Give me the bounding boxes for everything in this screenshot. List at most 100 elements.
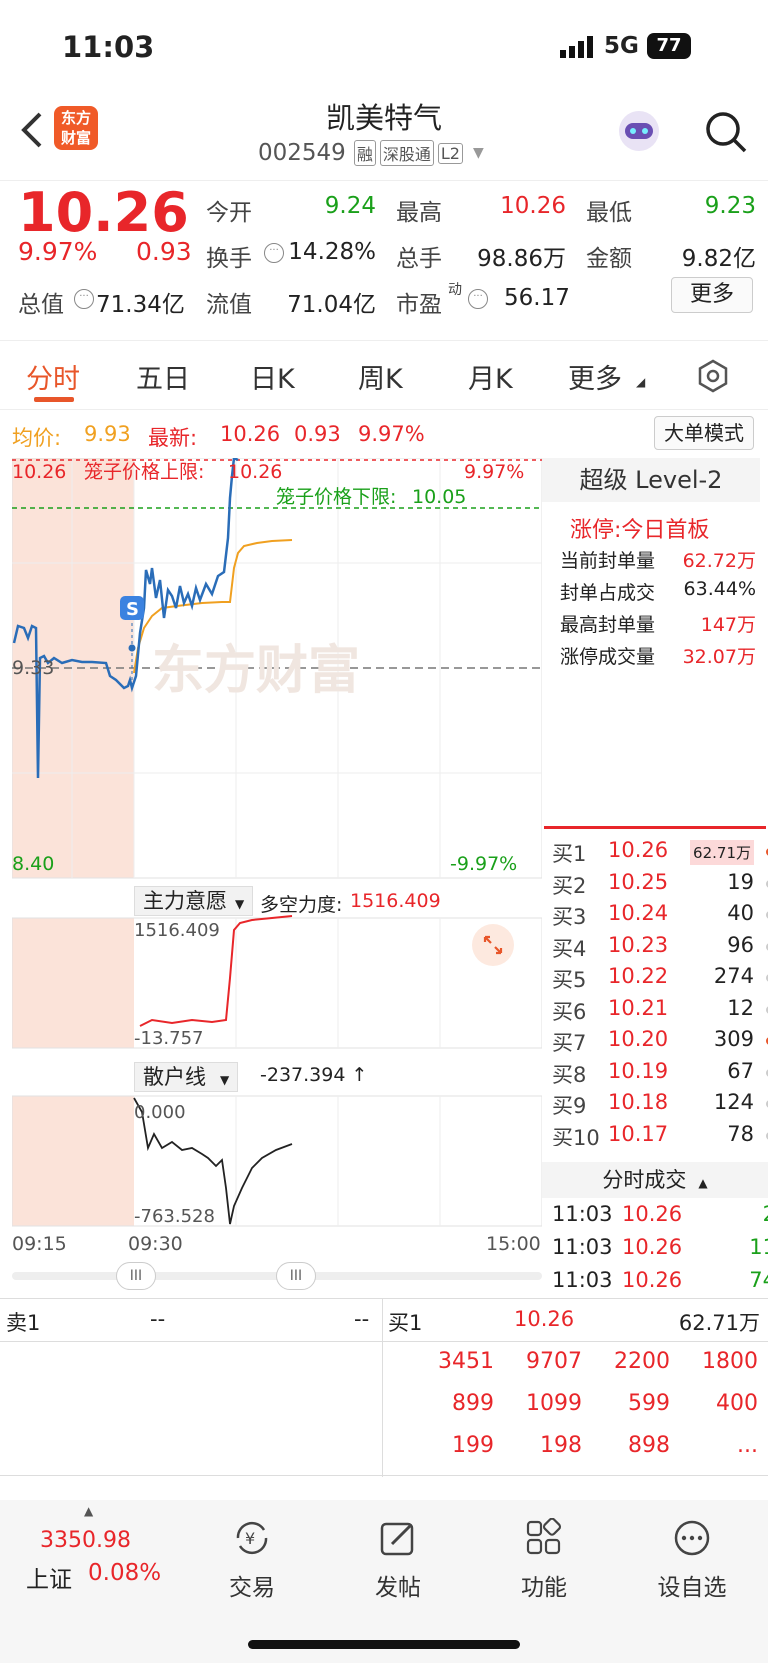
ob-label: 买7 bbox=[552, 1031, 587, 1055]
orderbook-row[interactable]: 买4 10.23 96 bbox=[552, 931, 768, 963]
trade-volume: 74 bbox=[749, 1268, 768, 1292]
orderbook-divider bbox=[544, 826, 766, 829]
buy1-volume: 62.71万 bbox=[678, 1311, 760, 1335]
level2-header[interactable]: 超级 Level-2 bbox=[542, 458, 760, 502]
trades-header[interactable]: 分时成交 ▲ bbox=[542, 1162, 768, 1198]
slider-handle-right[interactable]: III bbox=[276, 1262, 316, 1290]
ob-volume: 62.71万 bbox=[690, 840, 754, 865]
chart-info-bar: 均价: 9.93 最新: 10.26 0.93 9.97% 大单模式 bbox=[0, 412, 768, 458]
search-icon[interactable] bbox=[704, 110, 748, 154]
indicator1-top: 1516.409 bbox=[134, 920, 220, 941]
expand-icon[interactable] bbox=[472, 924, 514, 966]
change-percent: 9.97% bbox=[18, 237, 98, 266]
order-queue-panel: 卖1 -- -- 买1 10.26 62.71万 3451 9707 2200 180… bbox=[0, 1298, 768, 1477]
l2-row-label: 涨停成交量 bbox=[560, 646, 656, 668]
tab-daily-k[interactable]: 日K bbox=[250, 357, 295, 396]
trade-price: 10.26 bbox=[622, 1202, 683, 1226]
trade-row: 11:03 10.26 74 bbox=[552, 1266, 768, 1298]
tab-intraday[interactable]: 分时 bbox=[26, 357, 80, 396]
label-turnover: 换手 bbox=[206, 246, 252, 272]
label-amount: 金额 bbox=[586, 246, 632, 272]
trade-row: 11:03 10.26 2 bbox=[552, 1200, 768, 1232]
settings-icon[interactable] bbox=[696, 359, 730, 393]
trades-list[interactable]: 11:03 10.26 2 11:03 10.26 11 11:03 10.26 74 bbox=[552, 1200, 768, 1300]
ob-price: 10.20 bbox=[608, 1027, 669, 1051]
intraday-chart-area[interactable]: 东方财富 S 10.26 9.33 8.40 9.97% -9.97% 笼子价格… bbox=[11, 456, 543, 1258]
last-percent: 9.97% bbox=[358, 422, 425, 446]
buy1-price: 10.26 bbox=[514, 1307, 575, 1331]
tab-trade[interactable]: ¥ 交易 bbox=[192, 1518, 312, 1602]
queue-cell: 198 bbox=[540, 1433, 582, 1458]
ob-label: 买9 bbox=[552, 1094, 587, 1118]
slider-handle-left[interactable]: III bbox=[116, 1262, 156, 1290]
info-icon[interactable]: ··· bbox=[264, 243, 284, 263]
tab-post-label: 发帖 bbox=[375, 1575, 421, 1601]
queue-cell: 400 bbox=[716, 1391, 758, 1416]
indicator2-selector[interactable]: 散户线 ▼ bbox=[134, 1062, 239, 1092]
queue-header-divider bbox=[0, 1341, 768, 1342]
orderbook-row[interactable]: 买3 10.24 40 bbox=[552, 899, 768, 931]
tag-margin: 融 bbox=[353, 140, 376, 166]
upper-limit-label: 笼子价格上限: bbox=[84, 461, 204, 483]
order-book[interactable]: 买1 10.26 62.71万 买2 10.25 19 买3 10.24 40 买4 10.23 96… bbox=[552, 836, 768, 1146]
queue-cell: 599 bbox=[628, 1391, 670, 1416]
trades-title: 分时成交 bbox=[602, 1168, 687, 1192]
orderbook-row[interactable]: 买10 10.17 78 bbox=[552, 1120, 768, 1146]
orderbook-row[interactable]: 买5 10.22 274 bbox=[552, 962, 768, 994]
value-turnover: 14.28% bbox=[288, 239, 376, 265]
orderbook-row[interactable]: 买7 10.20 309 bbox=[552, 1025, 768, 1057]
s-marker-dot bbox=[128, 644, 136, 652]
index-ticker[interactable]: ▲ 3350.98 上证 0.08% bbox=[20, 1504, 180, 1614]
orderbook-row[interactable]: 买2 10.25 19 bbox=[552, 868, 768, 900]
tab-five-day[interactable]: 五日 bbox=[136, 357, 190, 396]
ob-price: 10.26 bbox=[608, 838, 669, 862]
l2-row-label: 最高封单量 bbox=[560, 614, 656, 636]
l2-row-value: 62.72万 bbox=[682, 550, 756, 572]
more-button[interactable]: 更多 bbox=[671, 277, 753, 313]
dropdown-icon[interactable]: ▼ bbox=[473, 145, 484, 161]
value-amount: 9.82亿 bbox=[681, 246, 756, 272]
stock-code: 002549 bbox=[258, 140, 346, 166]
tab-weekly-k[interactable]: 周K bbox=[358, 357, 403, 396]
lower-limit-label: 笼子价格下限: bbox=[276, 486, 396, 508]
pct-top-label: 9.97% bbox=[464, 461, 524, 483]
robot-avatar-icon[interactable] bbox=[616, 108, 662, 154]
trade-price: 10.26 bbox=[622, 1268, 683, 1292]
index-percent: 0.08% bbox=[88, 1560, 162, 1586]
indicator2-name: 散户线 bbox=[143, 1065, 206, 1089]
header: 东方 财富 凯美特气 002549 融 深股通 L2 ▼ bbox=[0, 100, 768, 180]
tab-more[interactable]: 更多 bbox=[568, 357, 622, 396]
queue-cell: ... bbox=[737, 1433, 758, 1458]
indicator1-selector[interactable]: 主力意愿 ▼ bbox=[134, 886, 254, 916]
value-volume: 98.86万 bbox=[477, 246, 566, 272]
orderbook-row[interactable]: 买8 10.19 67 bbox=[552, 1057, 768, 1089]
label-high: 最高 bbox=[396, 200, 442, 226]
label-open: 今开 bbox=[206, 200, 252, 226]
ob-price: 10.25 bbox=[608, 869, 669, 894]
avg-value: 9.93 bbox=[84, 422, 131, 446]
tab-add-watchlist[interactable]: 设自选 bbox=[632, 1518, 752, 1602]
yuan-refresh-icon: ¥ bbox=[236, 1521, 268, 1555]
l2-row-value: 63.44% bbox=[683, 578, 756, 600]
orderbook-row[interactable]: 买6 10.21 12 bbox=[552, 994, 768, 1026]
tab-monthly-k[interactable]: 月K bbox=[468, 357, 513, 396]
orderbook-row[interactable]: 买1 10.26 62.71万 bbox=[552, 836, 768, 868]
more-dots-icon bbox=[674, 1520, 710, 1556]
sell1-label: 卖1 bbox=[6, 1311, 41, 1335]
intraday-chart-svg[interactable]: 东方财富 S 10.26 9.33 8.40 9.97% -9.97% 笼子价格… bbox=[11, 456, 543, 1258]
tag-connect: 深股通 bbox=[379, 140, 434, 166]
big-order-mode-button[interactable]: 大单模式 bbox=[654, 416, 754, 450]
tab-post[interactable]: 发帖 bbox=[338, 1518, 458, 1602]
tab-functions[interactable]: 功能 bbox=[484, 1517, 604, 1602]
bottom-tab-bar: ▲ 3350.98 上证 0.08% ¥ 交易 发帖 功能 设自选 bbox=[0, 1500, 768, 1663]
ob-price: 10.23 bbox=[608, 932, 669, 957]
info-icon[interactable]: ··· bbox=[74, 289, 94, 309]
orderbook-row[interactable]: 买9 10.18 124 bbox=[552, 1088, 768, 1120]
trade-time: 11:03 bbox=[552, 1202, 613, 1226]
pre-market-shade bbox=[12, 918, 134, 1048]
grid-apps-icon bbox=[526, 1517, 562, 1555]
tab-functions-label: 功能 bbox=[521, 1575, 567, 1601]
info-icon[interactable]: ··· bbox=[468, 289, 488, 309]
ob-volume: 124 bbox=[713, 1090, 754, 1114]
index-value: 3350.98 bbox=[40, 1528, 131, 1553]
